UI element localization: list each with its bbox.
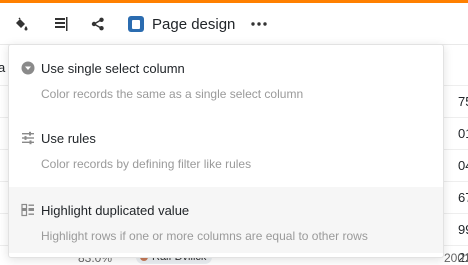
menu-item-title: Use single select column: [41, 61, 185, 76]
single-select-icon: [21, 61, 35, 75]
duplicate-icon: [21, 203, 35, 217]
view-name-label: Page design: [152, 15, 236, 33]
table-cell-edge: 75: [458, 94, 468, 109]
row-height-button[interactable]: [50, 11, 72, 37]
more-options-button[interactable]: [248, 11, 270, 37]
share-button[interactable]: [87, 11, 109, 37]
more-icon: [250, 21, 268, 27]
rules-icon: [21, 131, 35, 145]
table-cell-edge: 99: [458, 222, 468, 237]
year-cell: 2001: [444, 251, 468, 265]
row-color-button[interactable]: [10, 11, 32, 37]
share-icon: [90, 16, 106, 32]
menu-item-description: Color records the same as a single selec…: [41, 87, 304, 101]
menu-item-title: Highlight duplicated value: [41, 203, 190, 218]
paint-bucket-icon: [13, 16, 29, 32]
table-cell-edge: 67: [458, 190, 468, 205]
menu-item-description: Color records by defining filter like ru…: [41, 157, 252, 171]
table-cell-edge: a: [0, 60, 6, 75]
table-cell-edge: 04: [458, 158, 468, 173]
menu-item-single-select[interactable]: Use single select column Color records t…: [9, 45, 443, 111]
menu-item-use-rules[interactable]: Use rules Color records by defining filt…: [9, 115, 443, 181]
menu-item-title: Use rules: [41, 131, 96, 146]
row-color-dropdown: Use single select column Color records t…: [8, 44, 444, 258]
table-cell-edge: 01: [458, 126, 468, 141]
menu-item-description: Highlight rows if one or more columns ar…: [41, 229, 368, 243]
menu-item-highlight-duplicates[interactable]: Highlight duplicated value Highlight row…: [9, 187, 443, 253]
page-design-icon: [128, 16, 144, 32]
view-toolbar: Page design: [0, 3, 468, 45]
view-name-button[interactable]: Page design: [122, 11, 241, 37]
row-height-icon: [53, 16, 69, 32]
